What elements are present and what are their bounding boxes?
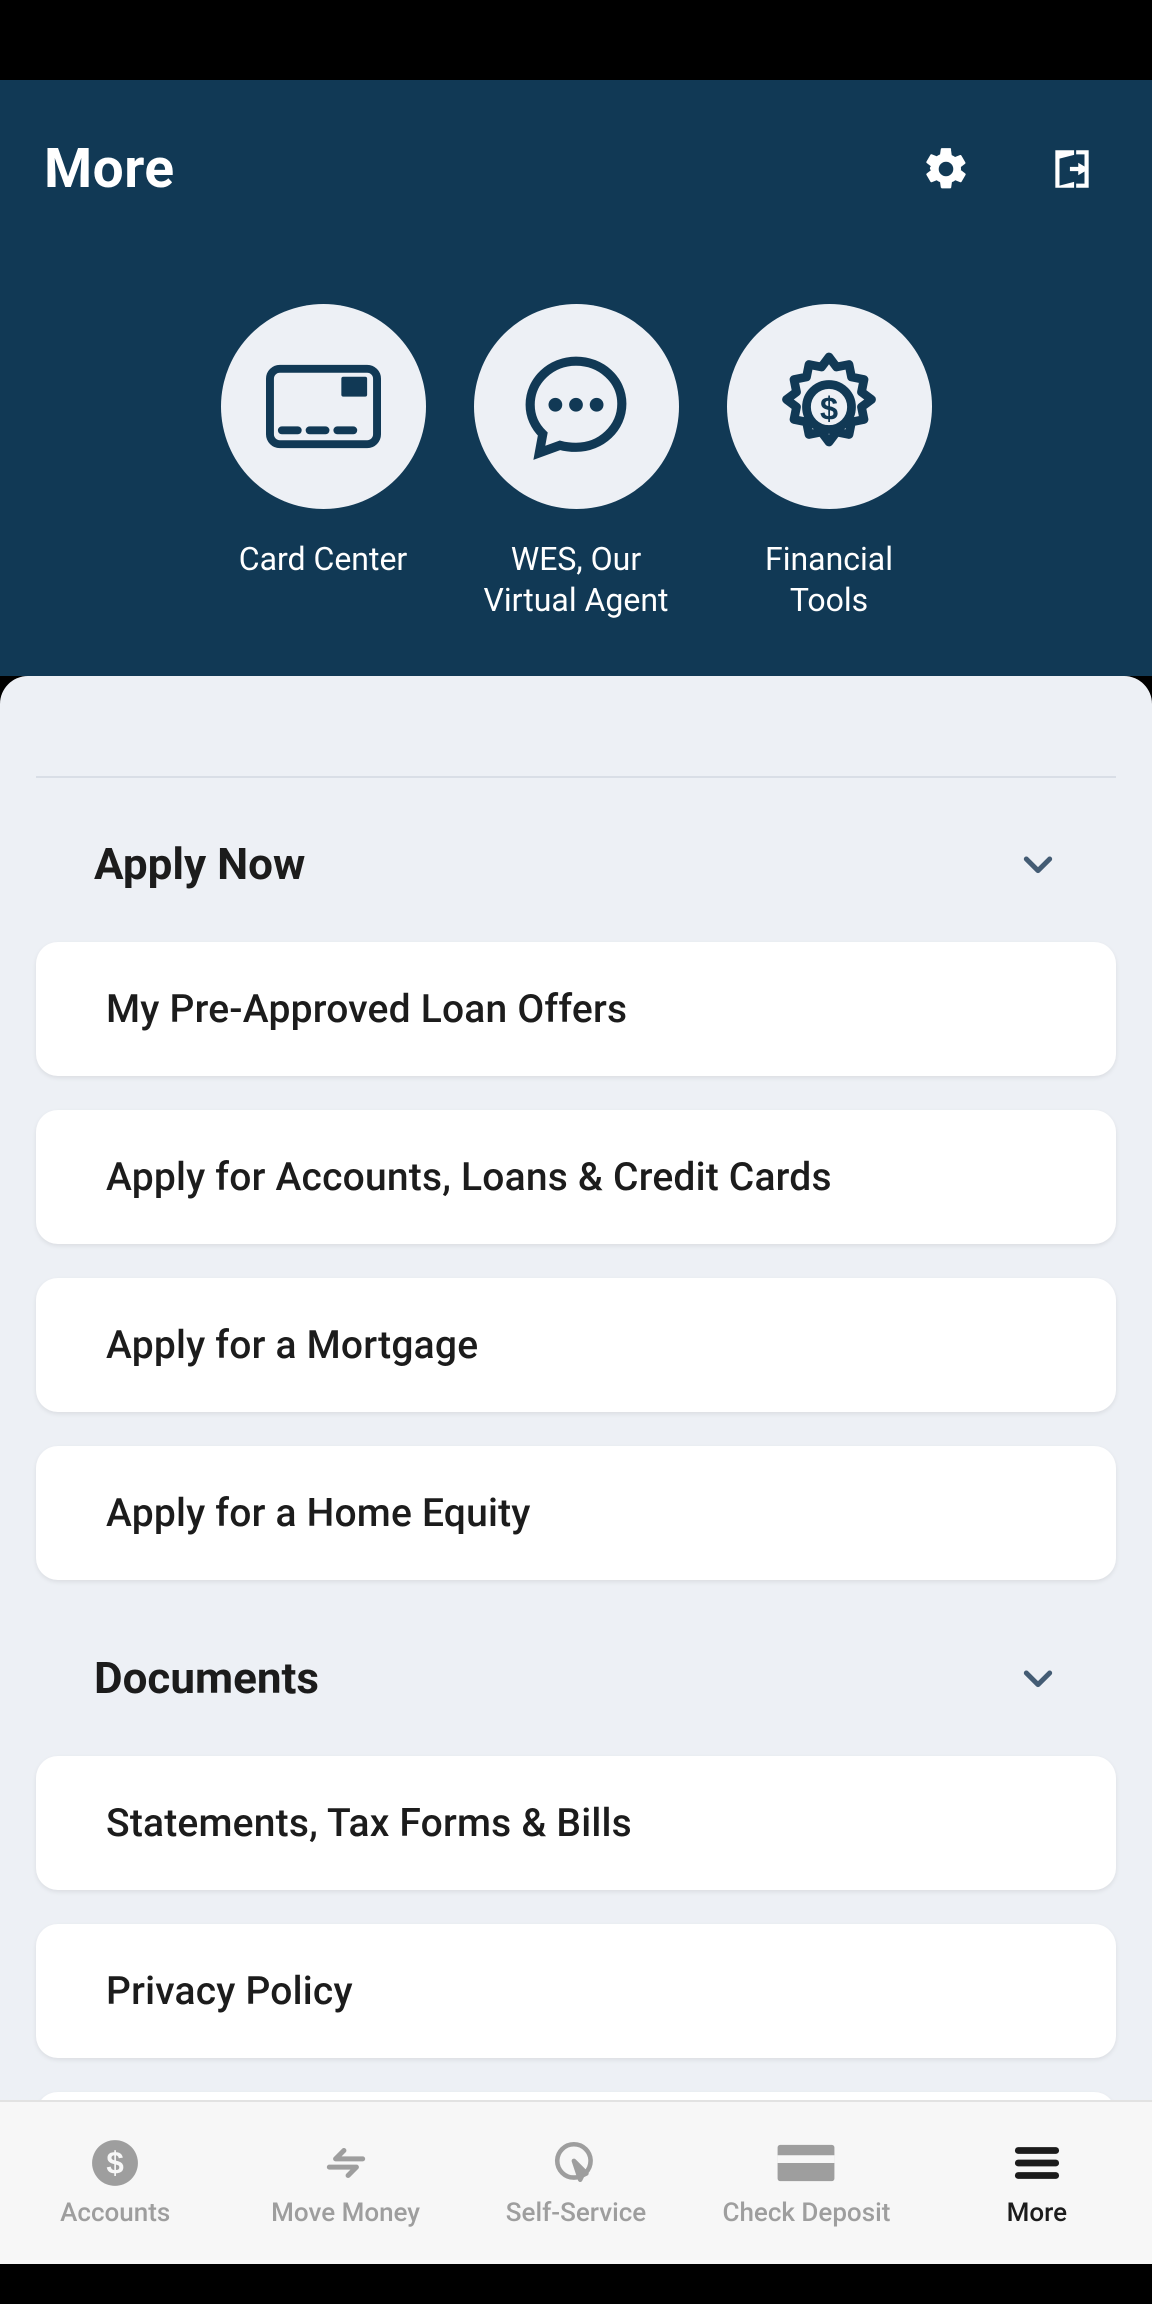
- logout-button[interactable]: [1044, 141, 1100, 197]
- tab-move-money[interactable]: Move Money: [230, 2102, 460, 2264]
- chevron-down-icon: [1018, 844, 1058, 884]
- transfer-arrows-icon: [315, 2138, 377, 2188]
- dollar-circle-icon: $: [84, 2138, 146, 2188]
- tab-self-service[interactable]: Self-Service: [461, 2102, 691, 2264]
- shortcut-card-center[interactable]: Card Center: [221, 304, 426, 621]
- tab-accounts[interactable]: $ Accounts: [0, 2102, 230, 2264]
- home-indicator: [0, 2264, 1152, 2304]
- tab-bar: $ Accounts Move Money Self-Service Check…: [0, 2100, 1152, 2264]
- tab-label: Check Deposit: [722, 2198, 890, 2228]
- list-item[interactable]: Apply for a Home Equity: [36, 1446, 1116, 1580]
- shortcut-label: FinancialTools: [765, 539, 893, 621]
- tab-more[interactable]: More: [922, 2102, 1152, 2264]
- shortcut-label: WES, OurVirtual Agent: [484, 539, 669, 621]
- gear-icon: [921, 144, 971, 194]
- tab-label: Accounts: [60, 2198, 170, 2228]
- settings-button[interactable]: [918, 141, 974, 197]
- divider: [36, 776, 1116, 778]
- exit-icon: [1047, 144, 1097, 194]
- check-deposit-icon: [775, 2138, 837, 2188]
- menu-icon: [1006, 2138, 1068, 2188]
- page-title: More: [44, 137, 175, 201]
- content-sheet: Apply Now My Pre-Approved Loan Offers Ap…: [0, 676, 1152, 2246]
- shortcut-financial-tools[interactable]: $ FinancialTools: [727, 304, 932, 621]
- apply-now-list: My Pre-Approved Loan Offers Apply for Ac…: [36, 942, 1116, 1580]
- section-title: Apply Now: [94, 838, 305, 890]
- chat-icon: [474, 304, 679, 509]
- status-bar: [0, 0, 1152, 80]
- self-service-icon: [545, 2138, 607, 2188]
- section-header-apply-now[interactable]: Apply Now: [36, 838, 1116, 890]
- list-item[interactable]: Apply for Accounts, Loans & Credit Cards: [36, 1110, 1116, 1244]
- list-item[interactable]: Statements, Tax Forms & Bills: [36, 1756, 1116, 1890]
- shortcut-row: Card Center WES, OurVirtual Agent $ Fina…: [44, 224, 1108, 676]
- list-item[interactable]: Apply for a Mortgage: [36, 1278, 1116, 1412]
- section-header-documents[interactable]: Documents: [36, 1652, 1116, 1704]
- tab-label: More: [1007, 2198, 1067, 2228]
- svg-text:$: $: [107, 2145, 124, 2180]
- shortcut-virtual-agent[interactable]: WES, OurVirtual Agent: [474, 304, 679, 621]
- tab-label: Self-Service: [506, 2198, 646, 2228]
- list-item[interactable]: My Pre-Approved Loan Offers: [36, 942, 1116, 1076]
- list-item[interactable]: Privacy Policy: [36, 1924, 1116, 2058]
- shortcut-label: Card Center: [239, 539, 408, 580]
- card-icon: [221, 304, 426, 509]
- chevron-down-icon: [1018, 1658, 1058, 1698]
- gear-dollar-icon: $: [727, 304, 932, 509]
- section-title: Documents: [94, 1652, 319, 1704]
- tab-label: Move Money: [271, 2198, 420, 2228]
- header: More Card Center: [0, 80, 1152, 676]
- tab-check-deposit[interactable]: Check Deposit: [691, 2102, 921, 2264]
- svg-text:$: $: [820, 390, 838, 426]
